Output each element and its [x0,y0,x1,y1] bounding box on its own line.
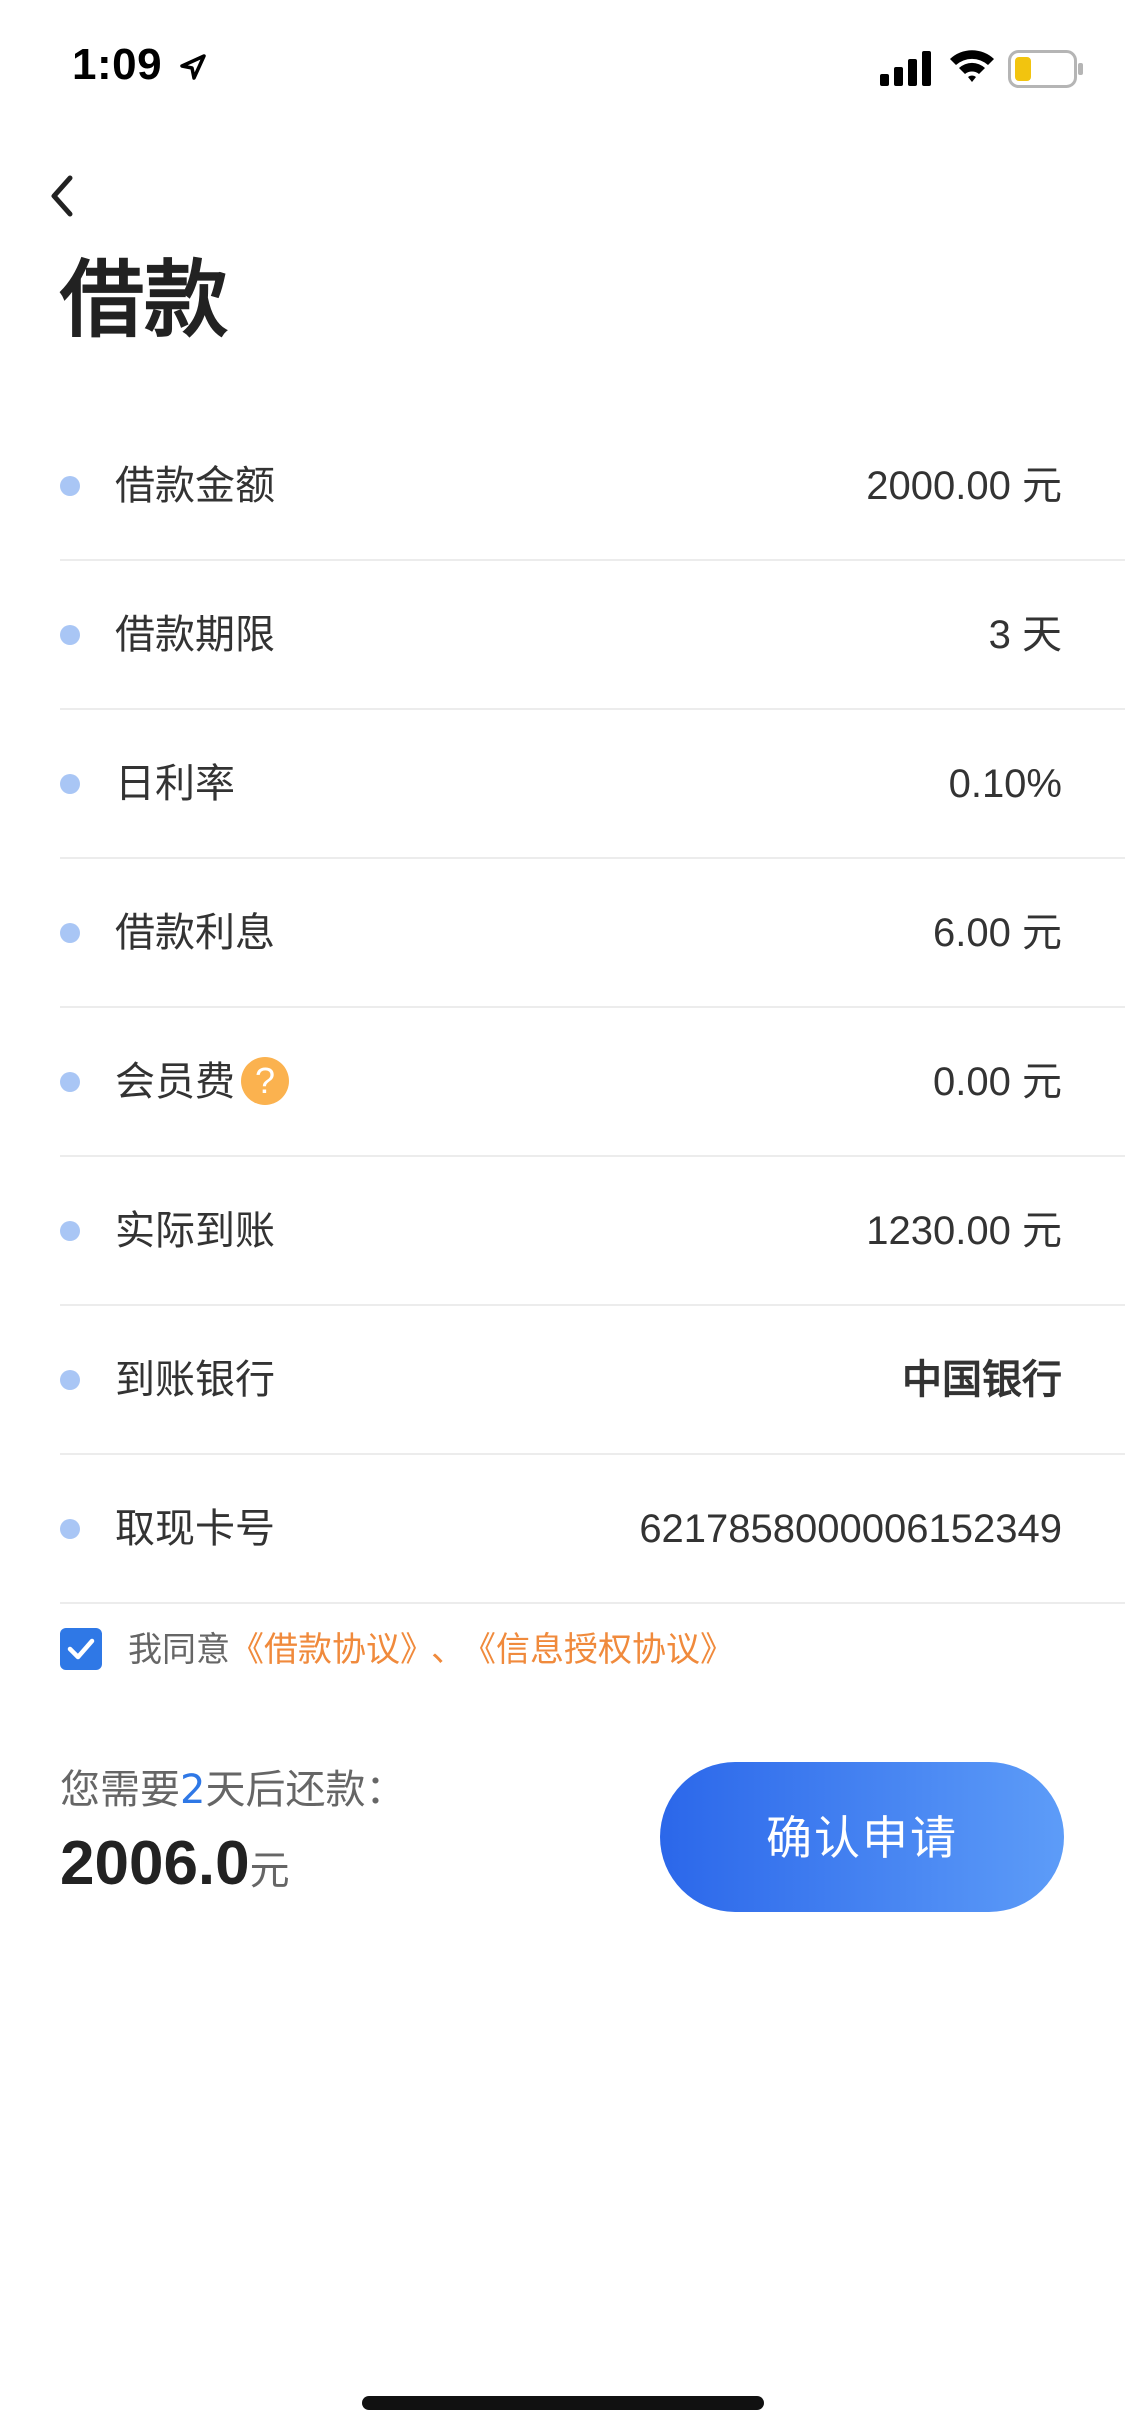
agreement-text: 我同意《借款协议》、《信息授权协议》 [128,1628,734,1672]
bullet-dot [60,476,80,496]
detail-row-membership-fee: 会员费? 0.00 元 [60,1008,1125,1157]
row-value: 1230.00 元 [866,1209,1062,1253]
status-time: 1:09 [72,40,163,89]
confirm-apply-button[interactable]: 确认申请 [660,1762,1064,1912]
bullet-dot [60,1519,80,1539]
bullet-dot [60,1221,80,1241]
row-label: 借款期限 [115,612,275,658]
repay-text-after: 天后还款： [205,1767,406,1813]
row-label: 取现卡号 [115,1506,275,1552]
row-value: 0.10% [948,762,1062,806]
home-indicator[interactable] [362,2396,764,2410]
status-bar: 1:09 [0,0,1125,132]
repay-amount-line: 2006.0元 [60,1828,405,1899]
info-authorization-link[interactable]: 《信息授权协议》 [479,1630,734,1670]
help-icon[interactable]: ? [241,1057,289,1105]
battery-icon [1008,50,1083,88]
row-value: 6217858000006152349 [639,1507,1062,1551]
row-value: 中国银行 [902,1358,1062,1402]
wifi-icon [950,50,994,82]
row-label: 实际到账 [115,1208,275,1254]
repay-summary: 您需要2天后还款： 2006.0元 [60,1762,405,1899]
detail-row-amount: 借款金额 2000.00 元 [60,412,1125,561]
agreement-separator: 、 [431,1630,465,1670]
row-value: 6.00 元 [933,911,1062,955]
row-value: 0.00 元 [933,1060,1062,1104]
detail-row-bank: 到账银行 中国银行 [60,1306,1125,1455]
row-label: 借款利息 [115,910,275,956]
repay-days: 2 [180,1767,206,1813]
checkmark-icon [67,1638,95,1660]
detail-row-term: 借款期限 3 天 [60,561,1125,710]
detail-row-interest: 借款利息 6.00 元 [60,859,1125,1008]
detail-row-actual-received: 实际到账 1230.00 元 [60,1157,1125,1306]
row-value: 2000.00 元 [866,464,1062,508]
loan-detail-list: 借款金额 2000.00 元 借款期限 3 天 日利率 0.10% 借款利息 6… [60,412,1125,1604]
back-button[interactable] [36,168,92,224]
detail-row-daily-rate: 日利率 0.10% [60,710,1125,859]
location-arrow-icon [180,54,206,80]
agreement-prefix: 我同意 [128,1630,230,1670]
row-label-with-help: 会员费? [115,1054,289,1110]
agreement-row: 我同意《借款协议》、《信息授权协议》 [60,1628,1060,1676]
loan-agreement-link[interactable]: 《借款协议》 [230,1630,417,1670]
agreement-checkbox[interactable] [60,1628,102,1670]
repay-unit: 元 [249,1848,290,1894]
row-value: 3 天 [988,613,1062,657]
repay-amount: 2006.0 [60,1829,250,1898]
bullet-dot [60,1370,80,1390]
repay-due-text: 您需要2天后还款： [60,1762,405,1818]
page-title: 借款 [60,251,229,349]
row-label: 日利率 [115,761,235,807]
row-label: 到账银行 [115,1357,275,1403]
bullet-dot [60,923,80,943]
repay-text-before: 您需要 [60,1767,180,1813]
row-label-text: 会员费 [115,1059,235,1105]
bullet-dot [60,625,80,645]
chevron-left-icon [51,175,73,217]
row-label: 借款金额 [115,463,275,509]
bullet-dot [60,1072,80,1092]
detail-row-card-number: 取现卡号 6217858000006152349 [60,1455,1125,1604]
bullet-dot [60,774,80,794]
cellular-signal-icon [880,51,931,86]
